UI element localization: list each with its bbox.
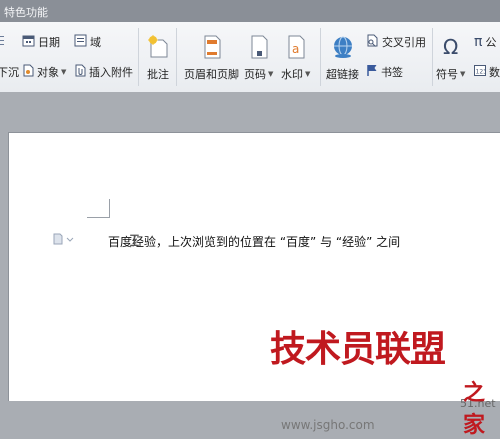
chevron-down-icon: ▼ bbox=[61, 68, 67, 76]
watermark-button[interactable]: a 水印 ▼ bbox=[281, 34, 310, 82]
margin-corner-mark bbox=[87, 199, 110, 218]
comment-button[interactable]: 批注 bbox=[145, 34, 171, 82]
divider bbox=[320, 28, 321, 86]
chevron-down-icon: ▼ bbox=[460, 70, 466, 78]
watermark-icon: a bbox=[283, 34, 309, 60]
divider bbox=[176, 28, 177, 86]
formula-button[interactable]: π 公 bbox=[474, 34, 496, 50]
bullet-list-icon[interactable] bbox=[0, 34, 6, 48]
omega-icon: Ω bbox=[443, 35, 459, 59]
bookmark-button[interactable]: 书签 bbox=[366, 64, 403, 80]
watermark-home-text: 之家 bbox=[463, 381, 486, 438]
insert-attachment-button[interactable]: 插入附件 bbox=[74, 64, 133, 80]
bookmark-flag-icon bbox=[366, 64, 378, 80]
page-number-button[interactable]: 页码 ▼ bbox=[244, 34, 273, 82]
page-number-icon bbox=[246, 34, 272, 60]
cross-reference-button[interactable]: 交叉引用 bbox=[366, 34, 426, 50]
divider bbox=[432, 28, 433, 86]
globe-link-icon bbox=[330, 34, 356, 60]
text-cursor-icon: Ɪ bbox=[130, 231, 139, 250]
pi-icon: π bbox=[474, 34, 483, 50]
window-title: 特色功能 bbox=[4, 6, 48, 19]
object-icon bbox=[22, 64, 34, 80]
hyperlink-button[interactable]: 超链接 bbox=[326, 34, 359, 82]
field-button[interactable]: 域 bbox=[74, 34, 101, 50]
cross-reference-icon bbox=[366, 34, 379, 50]
object-button[interactable]: 对象 ▼ bbox=[22, 64, 66, 80]
chevron-down-icon: ▼ bbox=[268, 70, 274, 78]
drop-cap-sink-button[interactable]: 下沉 bbox=[0, 64, 19, 80]
svg-text:123: 123 bbox=[476, 69, 487, 76]
header-footer-icon bbox=[199, 34, 225, 60]
watermark-url: www.jsgho.com bbox=[281, 418, 375, 432]
calendar-icon bbox=[22, 34, 35, 50]
number-icon: 123 bbox=[474, 65, 487, 79]
date-button[interactable]: 日期 bbox=[22, 34, 60, 50]
title-bar: 特色功能 bbox=[0, 0, 500, 22]
header-footer-button[interactable]: 页眉和页脚 bbox=[184, 34, 239, 82]
number-button[interactable]: 123 数 bbox=[474, 64, 500, 80]
attachment-icon bbox=[74, 64, 86, 80]
comment-icon bbox=[145, 34, 171, 60]
chevron-down-icon: ▼ bbox=[305, 70, 311, 78]
ribbon-toolbar: 下沉 日期 域 对象 ▼ 插入附件 批注 页眉和页脚 页码 ▼ a 水印 ▼ 超… bbox=[0, 22, 500, 93]
document-body-text[interactable]: 百度经验，上次浏览到的位置在 “百度” 与 “经验” 之间 bbox=[108, 233, 400, 250]
svg-text:a: a bbox=[292, 42, 299, 56]
symbol-button[interactable]: Ω 符号 ▼ bbox=[436, 34, 465, 82]
watermark-logo-text: 技术员联盟 bbox=[270, 329, 446, 370]
document-workspace: 百度经验，上次浏览到的位置在 “百度” 与 “经验” 之间 Ɪ www.jsgh… bbox=[0, 92, 500, 438]
paragraph-handle-icon[interactable] bbox=[53, 233, 75, 248]
field-icon bbox=[74, 34, 87, 50]
divider bbox=[138, 28, 139, 86]
